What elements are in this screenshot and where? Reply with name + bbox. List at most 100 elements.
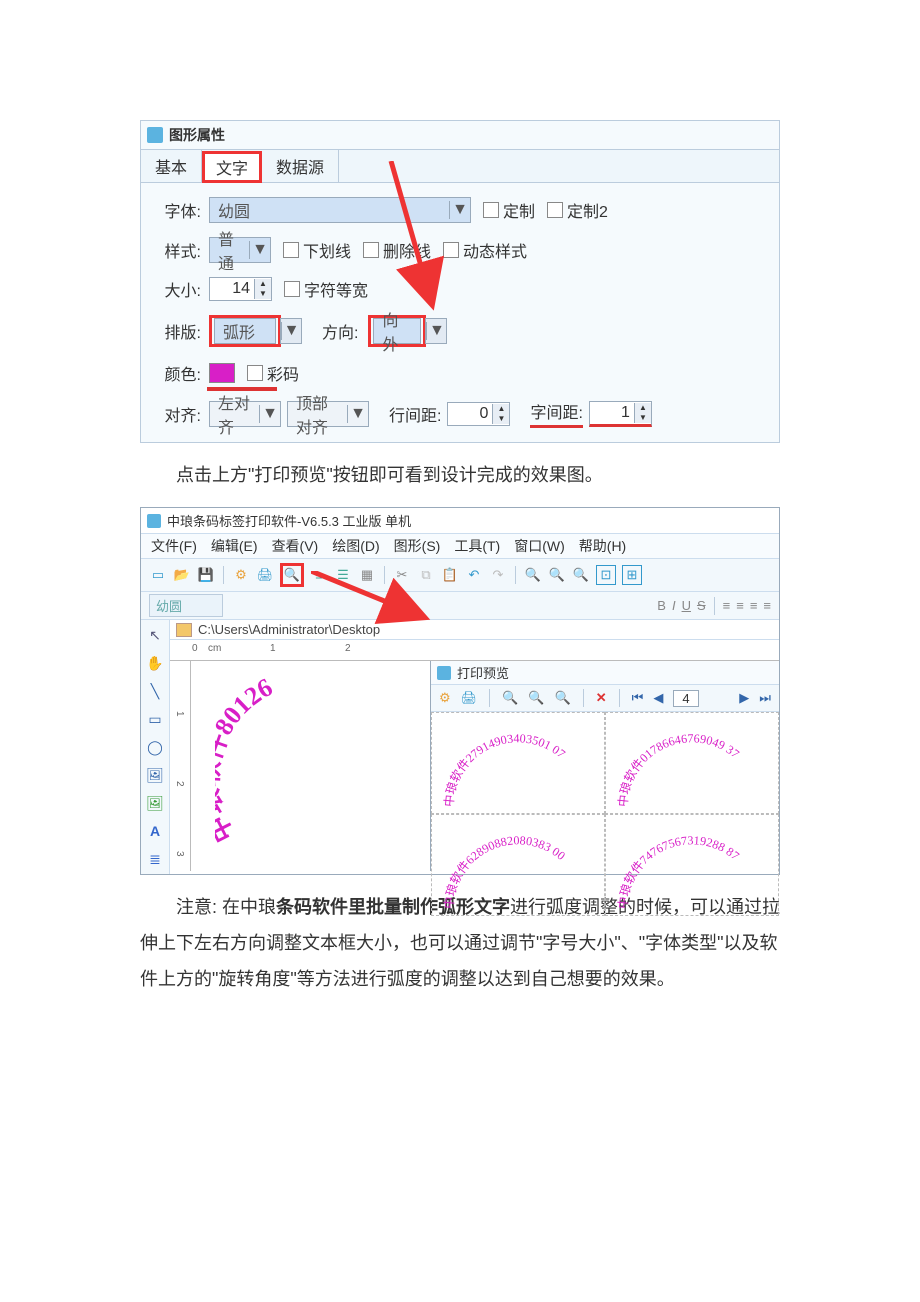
copy-icon[interactable]: ⧉ — [417, 566, 435, 584]
align-right-icon[interactable]: ≡ — [750, 598, 758, 613]
check-underline[interactable]: 下划线 — [283, 238, 351, 262]
menu-view[interactable]: 查看(V) — [272, 536, 319, 556]
form-area: 字体: 幼圆 ▼ 定制 定制2 样式: 普通 ▼ 下划线 删除线 动态样式 大小… — [141, 183, 779, 442]
design-canvas[interactable]: 1 2 3 中琅软件80126 打印预览 — [170, 661, 779, 871]
save-icon[interactable]: 💾 — [197, 566, 215, 584]
menu-file[interactable]: 文件(F) — [151, 536, 197, 556]
line-icon[interactable]: ╲ — [146, 682, 164, 700]
valign-combo[interactable]: 顶部对齐 ▼ — [287, 401, 369, 427]
ellipse-icon[interactable]: ◯ — [146, 738, 164, 756]
check-dynamic[interactable]: 动态样式 — [443, 238, 527, 262]
align-center-icon[interactable]: ≡ — [736, 598, 744, 613]
direction-arrow[interactable]: ▼ — [425, 318, 447, 344]
charspacing-spinner[interactable]: 1 ▲▼ — [589, 401, 652, 427]
menu-help[interactable]: 帮助(H) — [579, 536, 626, 556]
prev-page-icon[interactable]: ◀ — [653, 690, 663, 706]
cut-icon[interactable]: ✂ — [393, 566, 411, 584]
spin-down-icon[interactable]: ▼ — [493, 414, 509, 424]
underline-icon[interactable]: U — [682, 598, 691, 613]
zoom-out-icon[interactable]: 🔍 — [528, 690, 544, 706]
check-strike[interactable]: 删除线 — [363, 238, 431, 262]
arc-text-main[interactable]: 中琅软件80126 — [215, 666, 415, 866]
style-combo[interactable]: 普通 ▼ — [209, 237, 271, 263]
paste-icon[interactable]: 📋 — [441, 566, 459, 584]
zoom-out-icon[interactable]: 🔍 — [548, 566, 566, 584]
layers-icon[interactable]: ☰ — [334, 566, 352, 584]
zoom-sel-icon[interactable]: ⊞ — [622, 565, 642, 585]
work-area: ↖ ✋ ╲ ▭ ◯ 🖼 🖼 A ≣ C:\Users\Administrator… — [141, 620, 779, 874]
next-page-icon[interactable]: ▶ — [739, 690, 749, 706]
chevron-down-icon: ▼ — [281, 322, 301, 340]
label-align: 对齐: — [151, 402, 201, 426]
print-icon[interactable]: 🖨 — [461, 690, 478, 706]
hand-icon[interactable]: ✋ — [146, 654, 164, 672]
image-icon[interactable]: 🖼 — [146, 766, 164, 784]
linespacing-spinner[interactable]: 0 ▲▼ — [447, 402, 510, 426]
grid-icon[interactable]: ▦ — [358, 566, 376, 584]
halign-combo[interactable]: 左对齐 ▼ — [209, 401, 281, 427]
chevron-down-icon: ▼ — [347, 405, 368, 423]
check-custom2[interactable]: 定制2 — [547, 198, 608, 222]
print-icon[interactable]: 🖨 — [256, 566, 274, 584]
italic-icon[interactable]: I — [672, 598, 676, 613]
print-preview-icon[interactable]: 🔍 — [283, 566, 301, 584]
halign-value: 左对齐 — [210, 390, 259, 438]
zoom-in-icon[interactable]: 🔍 — [502, 690, 518, 706]
spin-up-icon[interactable]: ▲ — [635, 403, 651, 413]
new-icon[interactable]: ▭ — [149, 566, 167, 584]
first-page-icon[interactable]: ⏮ — [632, 690, 644, 706]
tab-datasource[interactable]: 数据源 — [262, 150, 339, 182]
align-left-icon[interactable]: ≡ — [723, 598, 731, 613]
text-icon[interactable]: A — [146, 822, 164, 840]
menu-edit[interactable]: 编辑(E) — [211, 536, 258, 556]
menu-window[interactable]: 窗口(W) — [514, 536, 565, 556]
menu-tool[interactable]: 工具(T) — [454, 536, 500, 556]
menubar: 文件(F) 编辑(E) 查看(V) 绘图(D) 图形(S) 工具(T) 窗口(W… — [141, 533, 779, 559]
zoom-fit-icon[interactable]: 🔍 — [555, 690, 571, 706]
zoom-actual-icon[interactable]: ⊡ — [596, 565, 616, 585]
spin-up-icon[interactable]: ▲ — [493, 404, 509, 414]
settings-icon[interactable]: ⚙ — [439, 690, 451, 706]
menu-draw[interactable]: 绘图(D) — [332, 536, 379, 556]
chevron-down-icon: ▼ — [449, 201, 470, 219]
zoom-in-icon[interactable]: 🔍 — [524, 566, 542, 584]
rect-icon[interactable]: ▭ — [146, 710, 164, 728]
preview-cell-1: 中琅软件27914903403501 07 — [431, 712, 605, 814]
menu-shape[interactable]: 图形(S) — [394, 536, 441, 556]
open-icon[interactable]: 📂 — [173, 566, 191, 584]
spin-up-icon[interactable]: ▲ — [255, 279, 271, 289]
richtext-icon[interactable]: ≣ — [146, 850, 164, 868]
check-colorcode[interactable]: 彩码 — [247, 361, 299, 385]
pointer-icon[interactable]: ↖ — [146, 626, 164, 644]
ruler-vertical: 1 2 3 — [170, 661, 191, 871]
page-number-field[interactable]: 4 — [673, 690, 698, 707]
font-combo[interactable]: 幼圆 ▼ — [209, 197, 471, 223]
direction-combo[interactable]: 向外 — [373, 318, 421, 344]
last-page-icon[interactable]: ⏭ — [759, 690, 771, 706]
close-icon[interactable]: ✕ — [596, 690, 607, 706]
preview-titlebar: 打印预览 — [431, 661, 779, 685]
color-swatch[interactable] — [209, 363, 235, 383]
tab-text[interactable]: 文字 — [202, 151, 262, 183]
check-custom1[interactable]: 定制 — [483, 198, 535, 222]
bold-icon[interactable]: B — [657, 598, 666, 613]
direction-value: 向外 — [374, 307, 420, 355]
toolbar-main: ▭ 📂 💾 ⚙ 🖨 🔍 ≡ ☰ ▦ ✂ ⧉ 📋 ↶ ↷ 🔍 🔍 🔍 ⊡ ⊞ — [141, 559, 779, 592]
chevron-down-icon: ▼ — [259, 405, 280, 423]
settings-icon[interactable]: ⚙ — [232, 566, 250, 584]
spin-down-icon[interactable]: ▼ — [255, 289, 271, 299]
spin-down-icon[interactable]: ▼ — [635, 413, 651, 423]
redo-icon[interactable]: ↷ — [489, 566, 507, 584]
check-mono[interactable]: 字符等宽 — [284, 277, 368, 301]
align-justify-icon[interactable]: ≡ — [763, 598, 771, 613]
layout-arrow[interactable]: ▼ — [280, 318, 302, 344]
size-spinner[interactable]: 14 ▲▼ — [209, 277, 272, 301]
undo-icon[interactable]: ↶ — [465, 566, 483, 584]
zoom-fit-icon[interactable]: 🔍 — [572, 566, 590, 584]
tab-basic[interactable]: 基本 — [141, 150, 202, 182]
image2-icon[interactable]: 🖼 — [146, 794, 164, 812]
font-name-field[interactable]: 幼圆 — [149, 594, 223, 617]
database-icon[interactable]: ≡ — [310, 566, 328, 584]
layout-combo[interactable]: 弧形 — [214, 318, 276, 344]
strike-icon[interactable]: S — [697, 598, 706, 613]
